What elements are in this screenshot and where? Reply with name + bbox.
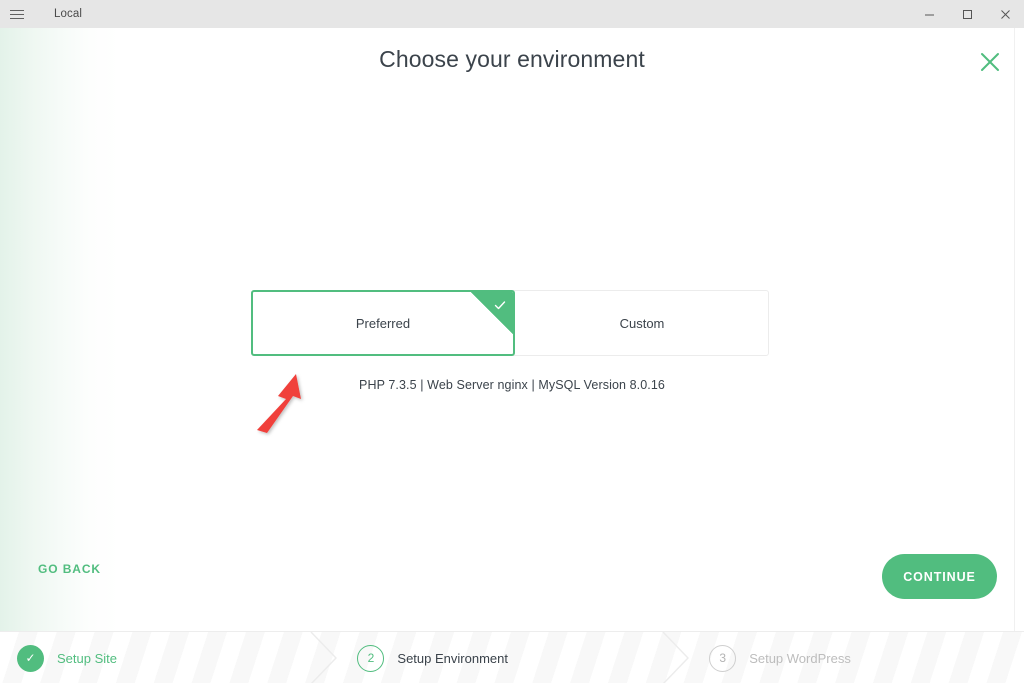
step-divider-chevron-icon bbox=[662, 632, 690, 683]
continue-button[interactable]: CONTINUE bbox=[882, 554, 997, 599]
window-controls bbox=[910, 0, 1024, 28]
environment-options: Preferred Custom bbox=[251, 290, 769, 356]
check-icon bbox=[494, 301, 506, 310]
maximize-button[interactable] bbox=[948, 0, 986, 28]
environment-option-label: Preferred bbox=[355, 315, 411, 331]
environment-option-label: Custom bbox=[619, 315, 665, 331]
maximize-icon bbox=[962, 9, 972, 19]
step-setup-environment[interactable]: 2 Setup Environment bbox=[339, 632, 691, 683]
annotation-arrow-icon bbox=[257, 374, 301, 433]
close-icon bbox=[1000, 9, 1010, 19]
go-back-button[interactable]: GO BACK bbox=[38, 562, 101, 576]
minimize-icon bbox=[924, 14, 934, 15]
close-dialog-button[interactable] bbox=[975, 47, 1005, 77]
hamburger-menu-icon[interactable] bbox=[0, 0, 34, 28]
step-marker: 2 bbox=[357, 644, 385, 672]
step-marker: 3 bbox=[709, 644, 737, 672]
step-setup-wordpress[interactable]: 3 Setup WordPress bbox=[691, 632, 1024, 683]
setup-step-bar: ✓ Setup Site 2 Setup Environment 3 Setup… bbox=[0, 631, 1024, 683]
step-marker: ✓ bbox=[17, 644, 44, 672]
page-title: Choose your environment bbox=[379, 46, 645, 72]
close-window-button[interactable] bbox=[986, 0, 1024, 28]
step-label: Setup Environment bbox=[397, 650, 508, 666]
environment-option-preferred[interactable]: Preferred bbox=[251, 290, 515, 356]
environment-details: PHP 7.3.5 | Web Server nginx | MySQL Ver… bbox=[359, 378, 665, 392]
environment-option-custom[interactable]: Custom bbox=[511, 290, 769, 356]
selected-corner-badge bbox=[471, 292, 513, 334]
step-setup-site[interactable]: ✓ Setup Site bbox=[0, 632, 339, 683]
main-content: Choose your environment Preferred Custom bbox=[0, 28, 1024, 631]
step-label: Setup Site bbox=[57, 650, 117, 666]
step-label: Setup WordPress bbox=[749, 650, 851, 666]
content-right-rule bbox=[1014, 28, 1015, 631]
local-app-window: Local Choose your environment Preferred … bbox=[0, 0, 1024, 683]
window-title: Local bbox=[54, 8, 82, 20]
close-icon bbox=[981, 53, 999, 71]
step-divider-chevron-icon bbox=[310, 632, 338, 683]
window-titlebar: Local bbox=[0, 0, 1024, 28]
minimize-button[interactable] bbox=[910, 0, 948, 28]
